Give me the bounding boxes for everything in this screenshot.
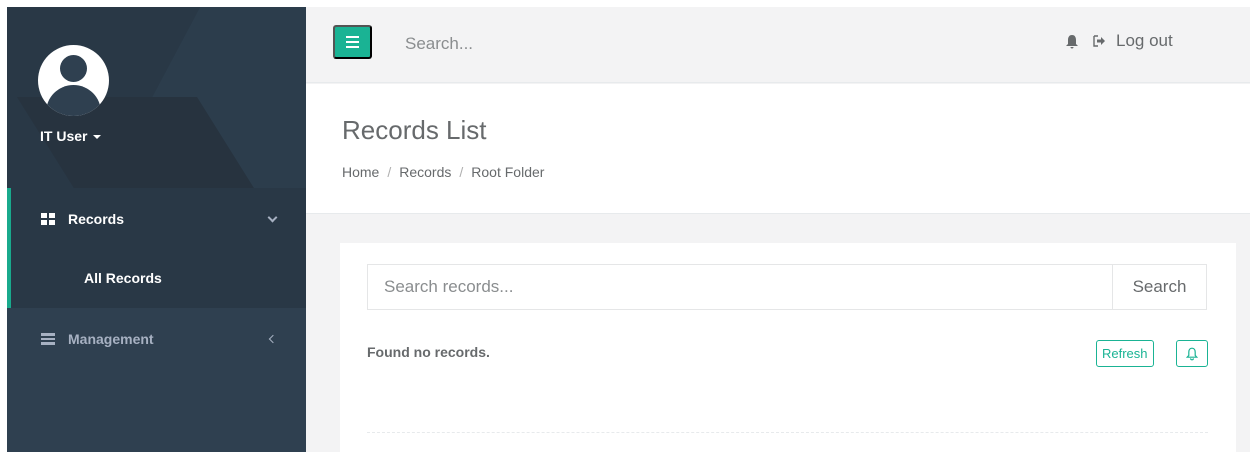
divider [367, 432, 1208, 433]
sidebar-subitem-all-records[interactable]: All Records [84, 270, 162, 286]
top-navbar: Log out [306, 7, 1250, 83]
caret-down-icon [93, 135, 102, 139]
chevron-left-icon [268, 334, 278, 344]
sign-out-icon [1093, 35, 1105, 47]
sidebar-active-section [7, 188, 306, 308]
avatar[interactable] [38, 45, 109, 116]
sidebar-item-management[interactable]: Management [7, 328, 306, 350]
chevron-down-icon [267, 212, 278, 222]
sidebar-item-label: Records [68, 211, 125, 227]
notify-button[interactable] [1176, 340, 1208, 367]
page-heading: Records List Home / Records / Root Folde… [306, 84, 1250, 214]
profile-header: IT User [7, 7, 306, 188]
menu-toggle-button[interactable] [333, 25, 372, 59]
server-icon [41, 333, 55, 346]
breadcrumb: Home / Records / Root Folder [342, 164, 544, 180]
sidebar: IT User Records All Records Management [7, 7, 306, 452]
records-status: Found no records. [367, 344, 490, 360]
sidebar-item-label: Management [68, 331, 154, 347]
breadcrumb-separator: / [459, 164, 464, 180]
logout-link[interactable]: Log out [1093, 31, 1173, 51]
bell-outline-icon [1186, 347, 1198, 360]
records-search-button[interactable]: Search [1112, 264, 1207, 310]
breadcrumb-records[interactable]: Records [399, 164, 451, 180]
sidebar-item-records[interactable]: Records [7, 208, 306, 230]
records-search-input[interactable] [367, 264, 1112, 310]
refresh-button[interactable]: Refresh [1096, 340, 1154, 367]
breadcrumb-root-folder: Root Folder [471, 164, 545, 180]
grid-icon [41, 213, 55, 225]
main-content: Search Found no records. Refresh [306, 215, 1250, 452]
breadcrumb-home[interactable]: Home [342, 164, 379, 180]
user-menu[interactable]: IT User [40, 128, 102, 144]
page-title: Records List [342, 115, 487, 145]
records-panel: Search Found no records. Refresh [340, 243, 1236, 452]
records-search-group: Search [367, 264, 1207, 310]
bell-icon[interactable] [1065, 34, 1079, 50]
top-search-input[interactable] [405, 32, 905, 56]
menu-icon [346, 36, 359, 38]
breadcrumb-separator: / [387, 164, 392, 180]
logout-label: Log out [1116, 31, 1173, 50]
user-name: IT User [40, 128, 88, 144]
